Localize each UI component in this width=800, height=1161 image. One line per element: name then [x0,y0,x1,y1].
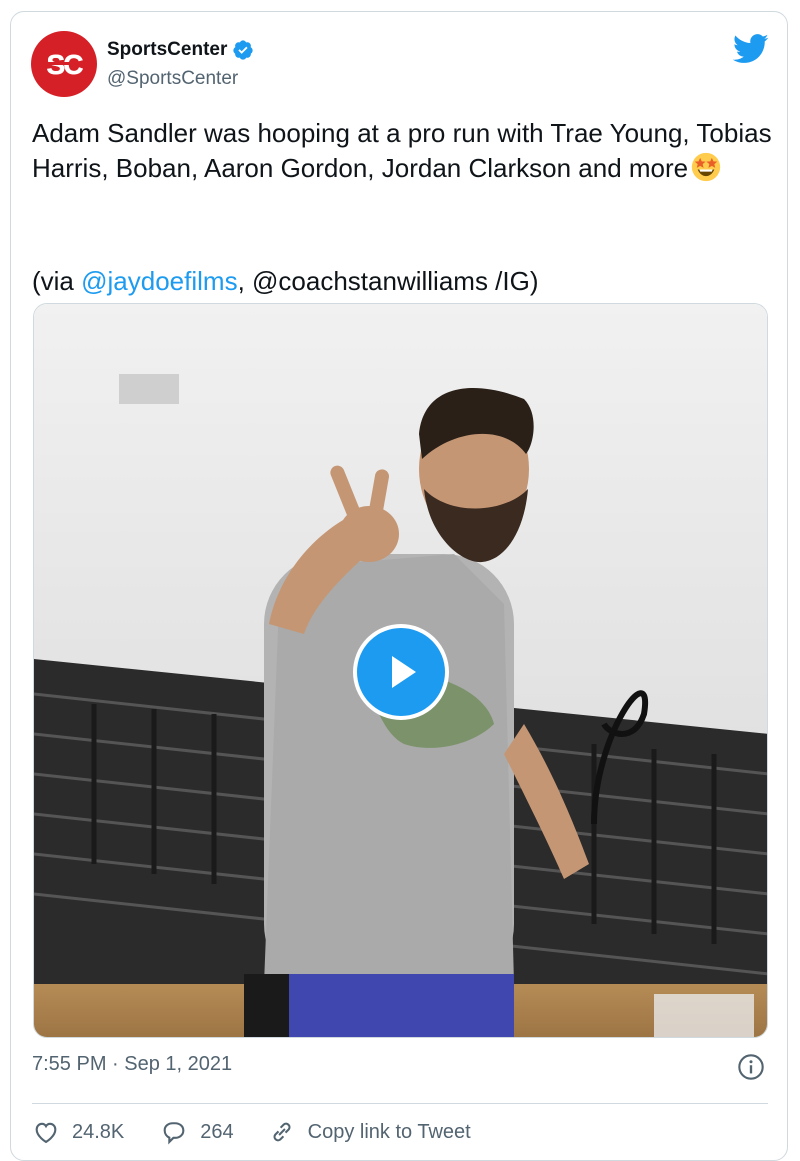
avatar[interactable]: SC [31,31,97,97]
tweet-timestamp[interactable]: 7:55 PM · Sep 1, 2021 [32,1053,232,1076]
author-name-row[interactable]: SportsCenter [107,39,254,61]
link-icon [273,1122,291,1142]
display-name[interactable]: SportsCenter [107,39,227,61]
copy-link-button[interactable]: Copy link to Tweet [268,1118,471,1146]
tweet-body: Adam Sandler was hooping at a pro run wi… [32,118,772,183]
play-icon [392,656,416,688]
tweet-actions: 24.8K 264 Copy link to Tweet [32,1118,471,1146]
via-prefix: (via [32,266,82,296]
sportscenter-logo: SC [34,34,94,94]
reply-button[interactable]: 264 [160,1118,234,1146]
tweet-card: SC SportsCenter @SportsCenter Adam Sandl… [10,11,788,1161]
divider [32,1103,768,1104]
via-suffix: , @coachstanwilliams /IG) [237,266,539,296]
mention-link-jaydoefilms[interactable]: @jaydoefilms [81,266,237,296]
twitter-bird-icon[interactable] [733,34,769,64]
tweet-text: Adam Sandler was hooping at a pro run wi… [32,116,772,186]
reply-count: 264 [200,1120,234,1143]
play-button[interactable] [353,624,449,720]
verified-badge-icon [233,40,253,60]
reply-bubble-icon [163,1122,185,1145]
copy-link-label: Copy link to Tweet [307,1120,471,1143]
account-handle[interactable]: @SportsCenter [107,68,238,90]
video-player[interactable] [33,303,768,1038]
like-count: 24.8K [72,1120,125,1143]
like-button[interactable]: 24.8K [32,1118,124,1146]
tweet-source-line: (via @jaydoefilms, @coachstanwilliams /I… [32,264,539,299]
info-icon[interactable] [737,1053,765,1081]
star-struck-emoji-icon [691,152,721,182]
heart-icon [35,1122,57,1144]
